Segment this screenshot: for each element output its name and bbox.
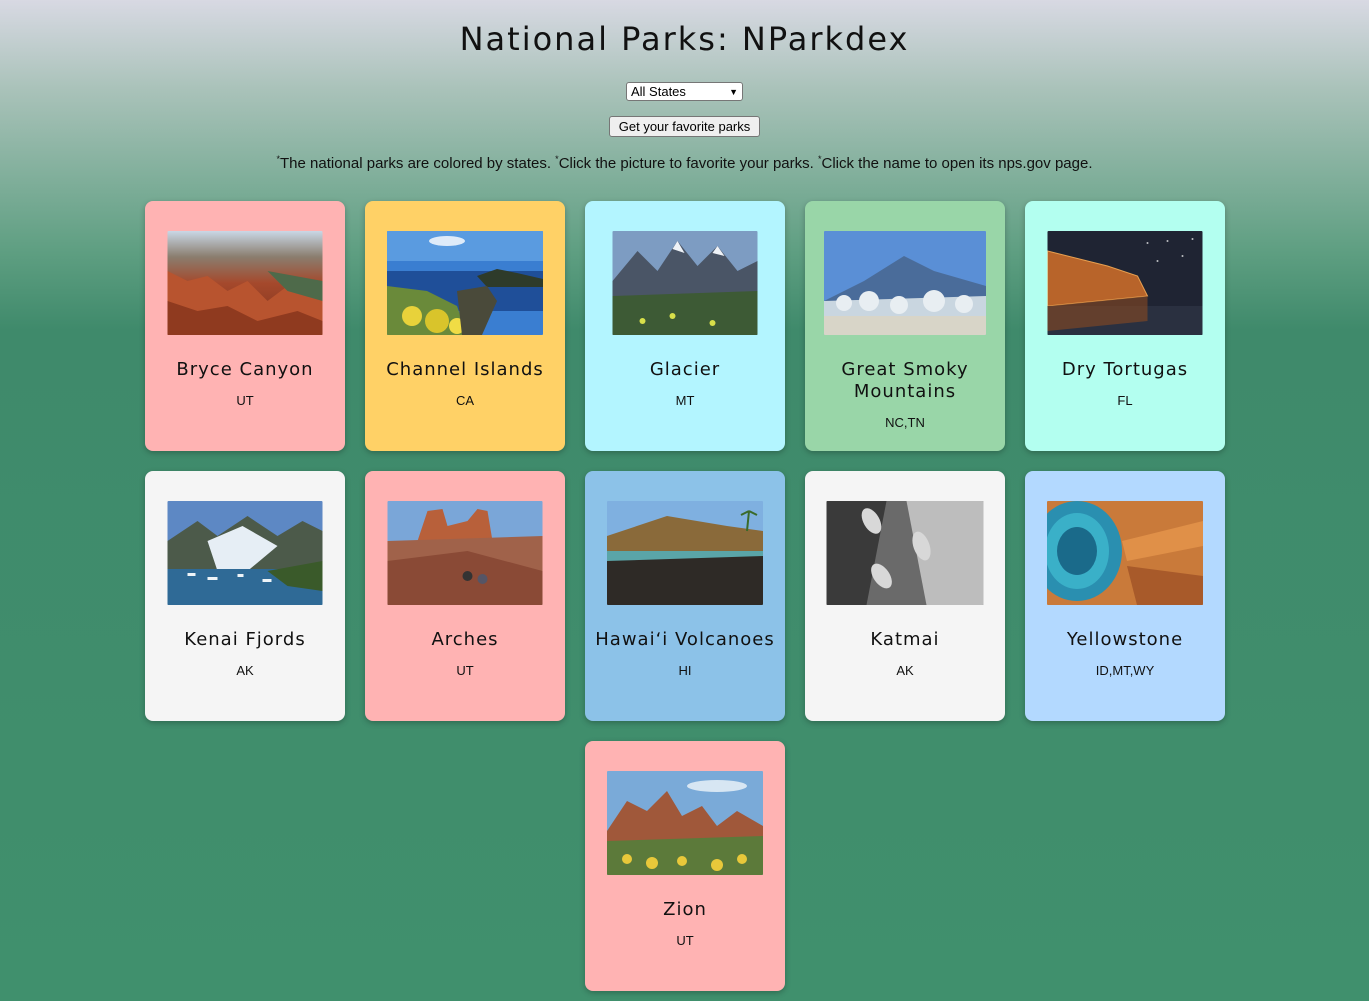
park-states: ID,MT,WY <box>1095 663 1155 678</box>
park-card: Glacier MT <box>585 201 785 451</box>
park-card: Katmai AK <box>805 471 1005 721</box>
park-name-link[interactable]: Bryce Canyon <box>155 359 335 381</box>
park-photo[interactable] <box>612 231 758 335</box>
park-card: Arches UT <box>365 471 565 721</box>
park-photo[interactable] <box>1047 231 1203 335</box>
park-states: AK <box>236 663 254 678</box>
park-photo[interactable] <box>824 231 986 335</box>
park-photo[interactable] <box>387 501 543 605</box>
park-card: Kenai Fjords AK <box>145 471 345 721</box>
park-states: UT <box>456 663 474 678</box>
park-photo[interactable] <box>607 771 763 875</box>
park-name-link[interactable]: Dry Tortugas <box>1035 359 1215 381</box>
park-card: Great Smoky Mountains NC,TN <box>805 201 1005 451</box>
park-card: Zion UT <box>585 741 785 991</box>
note-nps-link: Click the name to open its nps.gov page. <box>821 155 1093 172</box>
get-favorites-button[interactable]: Get your favorite parks <box>609 116 760 137</box>
note-colors: The national parks are colored by states… <box>280 155 556 172</box>
instructions-note: *The national parks are colored by state… <box>0 154 1369 172</box>
park-photo[interactable] <box>167 231 323 335</box>
park-states: UT <box>676 933 694 948</box>
park-name-link[interactable]: Yellowstone <box>1035 629 1215 651</box>
park-name-link[interactable]: Arches <box>375 629 555 651</box>
park-name-link[interactable]: Great Smoky Mountains <box>815 359 995 403</box>
park-states: AK <box>896 663 914 678</box>
park-card: Channel Islands CA <box>365 201 565 451</box>
park-name-link[interactable]: Channel Islands <box>375 359 555 381</box>
park-states: CA <box>455 393 475 408</box>
park-card: Yellowstone ID,MT,WY <box>1025 471 1225 721</box>
park-photo[interactable] <box>387 231 543 335</box>
page-title: National Parks: NParkdex <box>459 20 910 58</box>
park-photo[interactable] <box>607 501 763 605</box>
park-card: Bryce Canyon UT <box>145 201 345 451</box>
park-photo[interactable] <box>1047 501 1203 605</box>
park-card: Hawaiʻi Volcanoes HI <box>585 471 785 721</box>
park-name-link[interactable]: Kenai Fjords <box>155 629 335 651</box>
park-name-link[interactable]: Glacier <box>595 359 775 381</box>
park-photo[interactable] <box>826 501 984 605</box>
park-photo[interactable] <box>167 501 323 605</box>
chevron-down-icon: ▼ <box>729 86 738 97</box>
note-favorite: Click the picture to favorite your parks… <box>558 155 818 172</box>
state-filter-value: All States <box>631 84 686 99</box>
park-states: HI <box>678 663 692 678</box>
park-states: NC,TN <box>885 415 925 430</box>
park-states: UT <box>236 393 254 408</box>
park-name-link[interactable]: Katmai <box>815 629 995 651</box>
state-filter-select[interactable]: All States ▼ <box>626 82 743 101</box>
park-card: Dry Tortugas FL <box>1025 201 1225 451</box>
park-states: FL <box>1117 393 1133 408</box>
park-name-link[interactable]: Hawaiʻi Volcanoes <box>595 629 775 651</box>
park-name-link[interactable]: Zion <box>595 899 775 921</box>
park-states: MT <box>675 393 695 408</box>
